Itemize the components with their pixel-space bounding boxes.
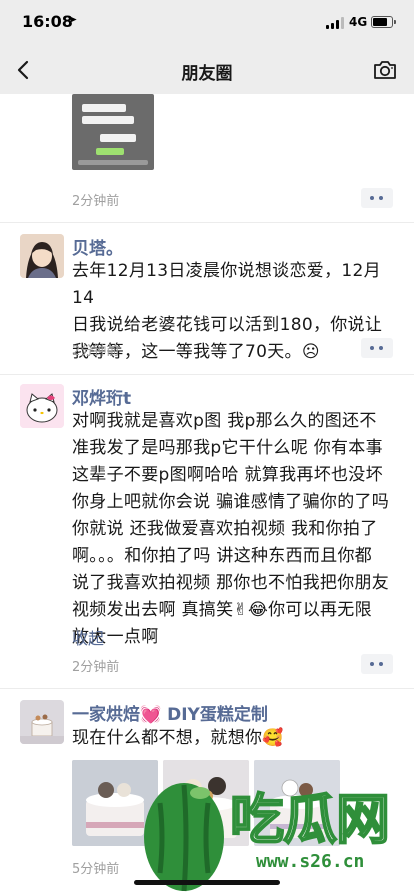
author-name[interactable]: 贝塔。	[72, 234, 123, 259]
author-name[interactable]: 一家烘焙💓 DIY蛋糕定制	[72, 700, 268, 725]
signal-icon	[326, 17, 344, 29]
post-timestamp: 5分钟前	[72, 862, 120, 877]
watermark-url: www.s26.cn	[256, 851, 365, 872]
avatar[interactable]	[20, 384, 64, 428]
nav-bar: 朋友圈	[0, 46, 414, 94]
watermark-text: 吃瓜网	[229, 787, 391, 852]
status-bar: 16:08 ➤ 4G	[0, 0, 414, 46]
avatar[interactable]	[20, 700, 64, 744]
home-indicator	[134, 880, 280, 885]
battery-icon	[371, 16, 396, 28]
page-title: 朋友圈	[181, 64, 233, 84]
watermark: 吃瓜网 www.s26.cn	[140, 765, 414, 896]
post-timestamp: 2分钟前	[72, 344, 120, 359]
post-timestamp: 2分钟前	[72, 660, 120, 675]
location-arrow-icon: ➤	[68, 13, 78, 26]
more-options-button[interactable]	[361, 188, 393, 208]
avatar[interactable]	[20, 234, 64, 278]
divider	[0, 374, 414, 375]
camera-icon[interactable]	[372, 58, 398, 82]
more-options-button[interactable]	[361, 338, 393, 358]
post-text: 对啊我就是喜欢p图 我p那么久的图还不 准我发了是吗那我p它干什么呢 你有本事 …	[72, 411, 390, 647]
more-options-button[interactable]	[361, 654, 393, 674]
post-timestamp: 2分钟前	[72, 194, 120, 209]
network-type: 4G	[349, 15, 368, 29]
post-image[interactable]	[72, 94, 154, 170]
post-text: 现在什么都不想，就想你🥰	[72, 728, 284, 748]
divider	[0, 222, 414, 223]
author-name[interactable]: 邓烨珩t	[72, 384, 131, 409]
post-text: 去年12月13日凌晨你说想谈恋爱，12月14 日我说给老婆花钱可以活到180，你…	[72, 261, 383, 362]
watermelon-logo-icon	[144, 783, 224, 892]
divider	[0, 688, 414, 689]
collapse-link[interactable]: 收起	[72, 625, 104, 649]
status-time: 16:08	[22, 12, 73, 31]
